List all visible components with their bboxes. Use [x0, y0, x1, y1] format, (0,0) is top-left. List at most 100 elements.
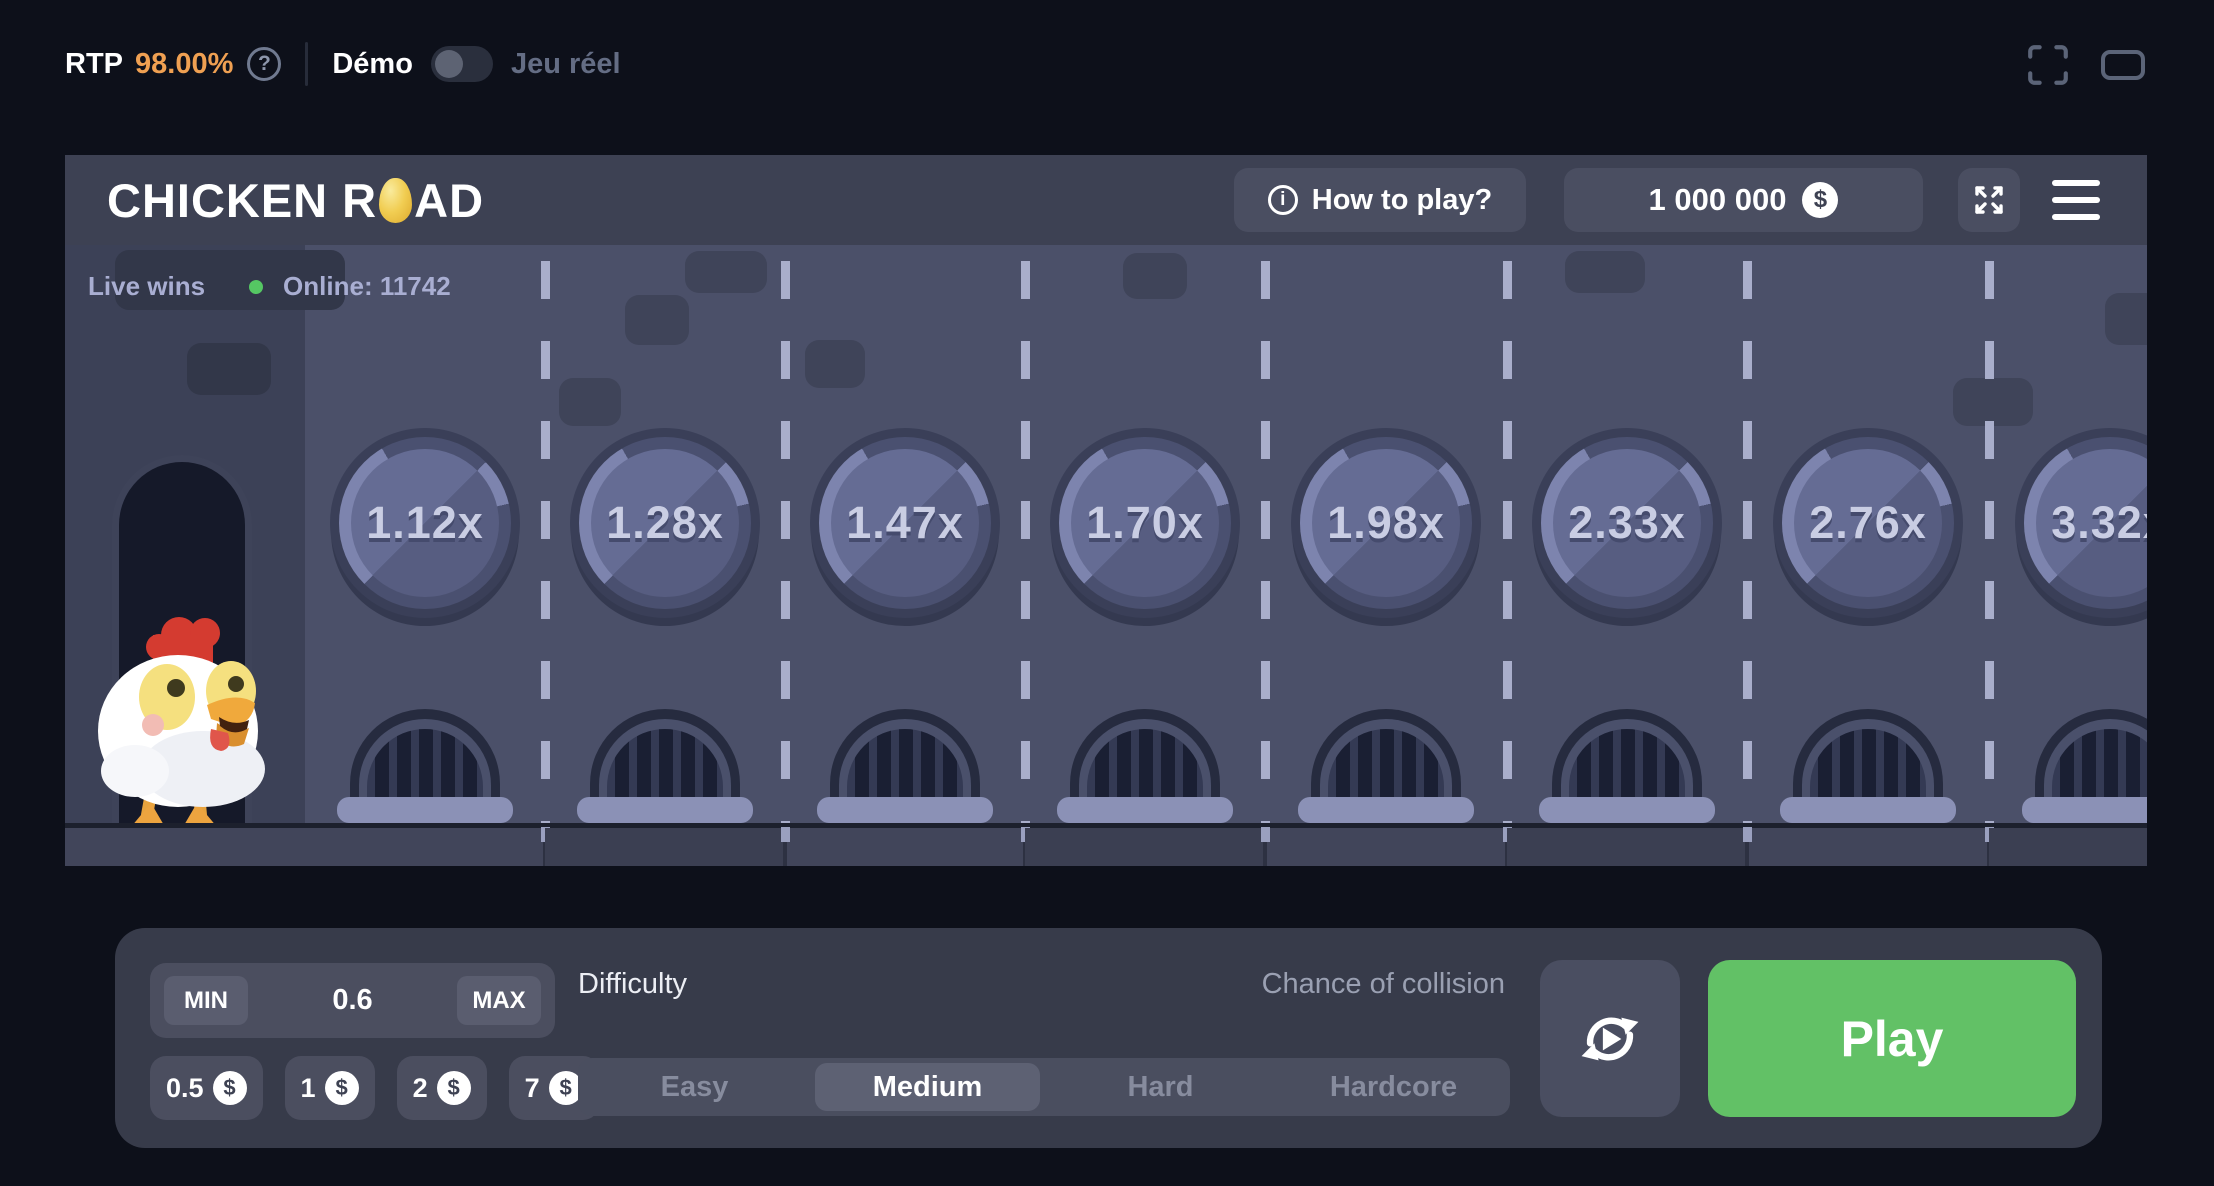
sewer-grate	[1298, 705, 1474, 823]
sewer-grate	[817, 705, 993, 823]
multiplier-label: 1.70x	[1086, 497, 1204, 549]
how-to-play-button[interactable]: i How to play?	[1234, 168, 1526, 232]
lane-divider	[1261, 261, 1270, 823]
rtp-value: 98.00%	[135, 48, 233, 81]
max-bet-button[interactable]: MAX	[457, 976, 541, 1025]
multiplier-label: 2.33x	[1568, 497, 1686, 549]
bet-chips: 0.5$1$2$7$	[150, 1056, 599, 1120]
lane-divider	[1743, 261, 1752, 823]
golden-egg-icon	[379, 178, 412, 223]
menu-button[interactable]	[2052, 180, 2100, 220]
road-patch	[2105, 293, 2147, 345]
logo-text-left: CHICKEN R	[107, 173, 377, 228]
bet-chip-1[interactable]: 1$	[285, 1056, 375, 1120]
theater-mode-icon[interactable]	[2099, 42, 2147, 88]
difficulty-option-hardcore[interactable]: Hardcore	[1281, 1063, 1506, 1111]
chip-value: 2	[413, 1073, 428, 1104]
lane-divider	[1021, 261, 1030, 823]
dollar-coin-icon: $	[213, 1071, 247, 1105]
multiplier-label: 3.32x	[2051, 497, 2147, 549]
road-patch	[1565, 251, 1645, 293]
chip-value: 7	[525, 1073, 540, 1104]
road-patch	[625, 295, 689, 345]
lane-divider	[1985, 261, 1994, 823]
manhole-face: 1.70x	[1071, 449, 1219, 597]
manhole-face: 1.28x	[591, 449, 739, 597]
difficulty-option-hard[interactable]: Hard	[1048, 1063, 1273, 1111]
chance-of-collision-label: Chance of collision	[1262, 968, 1505, 1001]
info-icon: i	[1268, 185, 1298, 215]
manhole-face: 2.76x	[1794, 449, 1942, 597]
multiplier-circle: 1.28x	[570, 428, 760, 618]
dollar-coin-icon: $	[1802, 182, 1838, 218]
chip-value: 1	[301, 1073, 316, 1104]
sewer-grate	[2022, 705, 2147, 823]
autoplay-button[interactable]	[1540, 960, 1680, 1117]
multiplier-circle: 1.47x	[810, 428, 1000, 618]
live-bar: Live wins Online: 11742	[88, 271, 451, 302]
road-patch	[1123, 253, 1187, 299]
fullscreen-icon[interactable]	[2025, 42, 2071, 88]
menu-icon	[2052, 180, 2100, 186]
road-patch	[187, 343, 271, 395]
demo-real-toggle[interactable]	[431, 46, 493, 82]
game-header: CHICKEN R AD i How to play? 1 000 000 $	[65, 155, 2147, 245]
multiplier-label: 1.28x	[606, 497, 724, 549]
chicken-road-app: RTP 98.00% ? Démo Jeu réel CHICKEN R AD i…	[0, 0, 2214, 1186]
chicken-road-logo: CHICKEN R AD	[107, 173, 484, 228]
sewer-grate	[1057, 705, 1233, 823]
curb-tick	[781, 827, 790, 842]
multiplier-circle: 1.12x	[330, 428, 520, 618]
dollar-coin-icon: $	[437, 1071, 471, 1105]
control-panel: 0.6 MIN MAX 0.5$1$2$7$ Difficulty Chance…	[115, 928, 2102, 1148]
lane-divider	[541, 261, 550, 823]
manhole-face: 1.47x	[831, 449, 979, 597]
curb-tick	[1261, 827, 1270, 842]
lane-divider	[1503, 261, 1512, 823]
road-patch	[805, 340, 865, 388]
curb-segment	[545, 828, 785, 866]
multiplier-circle: 3.32x	[2015, 428, 2147, 618]
multiplier-label: 1.47x	[846, 497, 964, 549]
multiplier-circle: 2.76x	[1773, 428, 1963, 618]
sewer-grate	[577, 705, 753, 823]
difficulty-option-easy[interactable]: Easy	[582, 1063, 807, 1111]
curb-segment	[1507, 828, 1747, 866]
bet-chip-0.5[interactable]: 0.5$	[150, 1056, 263, 1120]
game-area: Live wins Online: 11742	[65, 245, 2147, 866]
autoplay-icon	[1573, 1002, 1647, 1076]
difficulty-label: Difficulty	[578, 968, 687, 1001]
manhole-face: 1.98x	[1312, 449, 1460, 597]
play-button[interactable]: Play	[1708, 960, 2076, 1117]
road-patch	[559, 378, 621, 426]
online-dot-icon	[249, 280, 263, 294]
how-to-play-label: How to play?	[1312, 184, 1492, 217]
bet-chip-2[interactable]: 2$	[397, 1056, 487, 1120]
live-wins-tab[interactable]: Live wins	[88, 271, 205, 302]
curb	[65, 828, 2147, 866]
real-mode-label: Jeu réel	[511, 48, 621, 81]
road: Live wins Online: 11742	[65, 245, 2147, 823]
curb-segment	[1989, 828, 2147, 866]
curb-segment	[1025, 828, 1265, 866]
question-circle-icon[interactable]: ?	[247, 47, 281, 81]
curb-tick	[1743, 827, 1752, 842]
multiplier-label: 1.12x	[366, 497, 484, 549]
topbar-divider	[305, 42, 308, 86]
sewer-grate	[337, 705, 513, 823]
top-bar: RTP 98.00% ? Démo Jeu réel	[65, 38, 621, 90]
difficulty-option-medium[interactable]: Medium	[815, 1063, 1040, 1111]
expand-button[interactable]	[1958, 168, 2020, 232]
sewer-grate	[1539, 705, 1715, 823]
chicken-character	[83, 611, 278, 823]
logo-text-right: AD	[414, 173, 484, 228]
multiplier-circle: 1.70x	[1050, 428, 1240, 618]
manhole-face: 1.12x	[351, 449, 499, 597]
difficulty-selector: EasyMediumHardHardcore	[578, 1058, 1510, 1116]
multiplier-label: 1.98x	[1327, 497, 1445, 549]
dollar-coin-icon: $	[325, 1071, 359, 1105]
road-patch	[685, 251, 767, 293]
rtp-label: RTP	[65, 48, 123, 81]
min-bet-button[interactable]: MIN	[164, 976, 248, 1025]
balance-value: 1 000 000	[1649, 182, 1787, 218]
